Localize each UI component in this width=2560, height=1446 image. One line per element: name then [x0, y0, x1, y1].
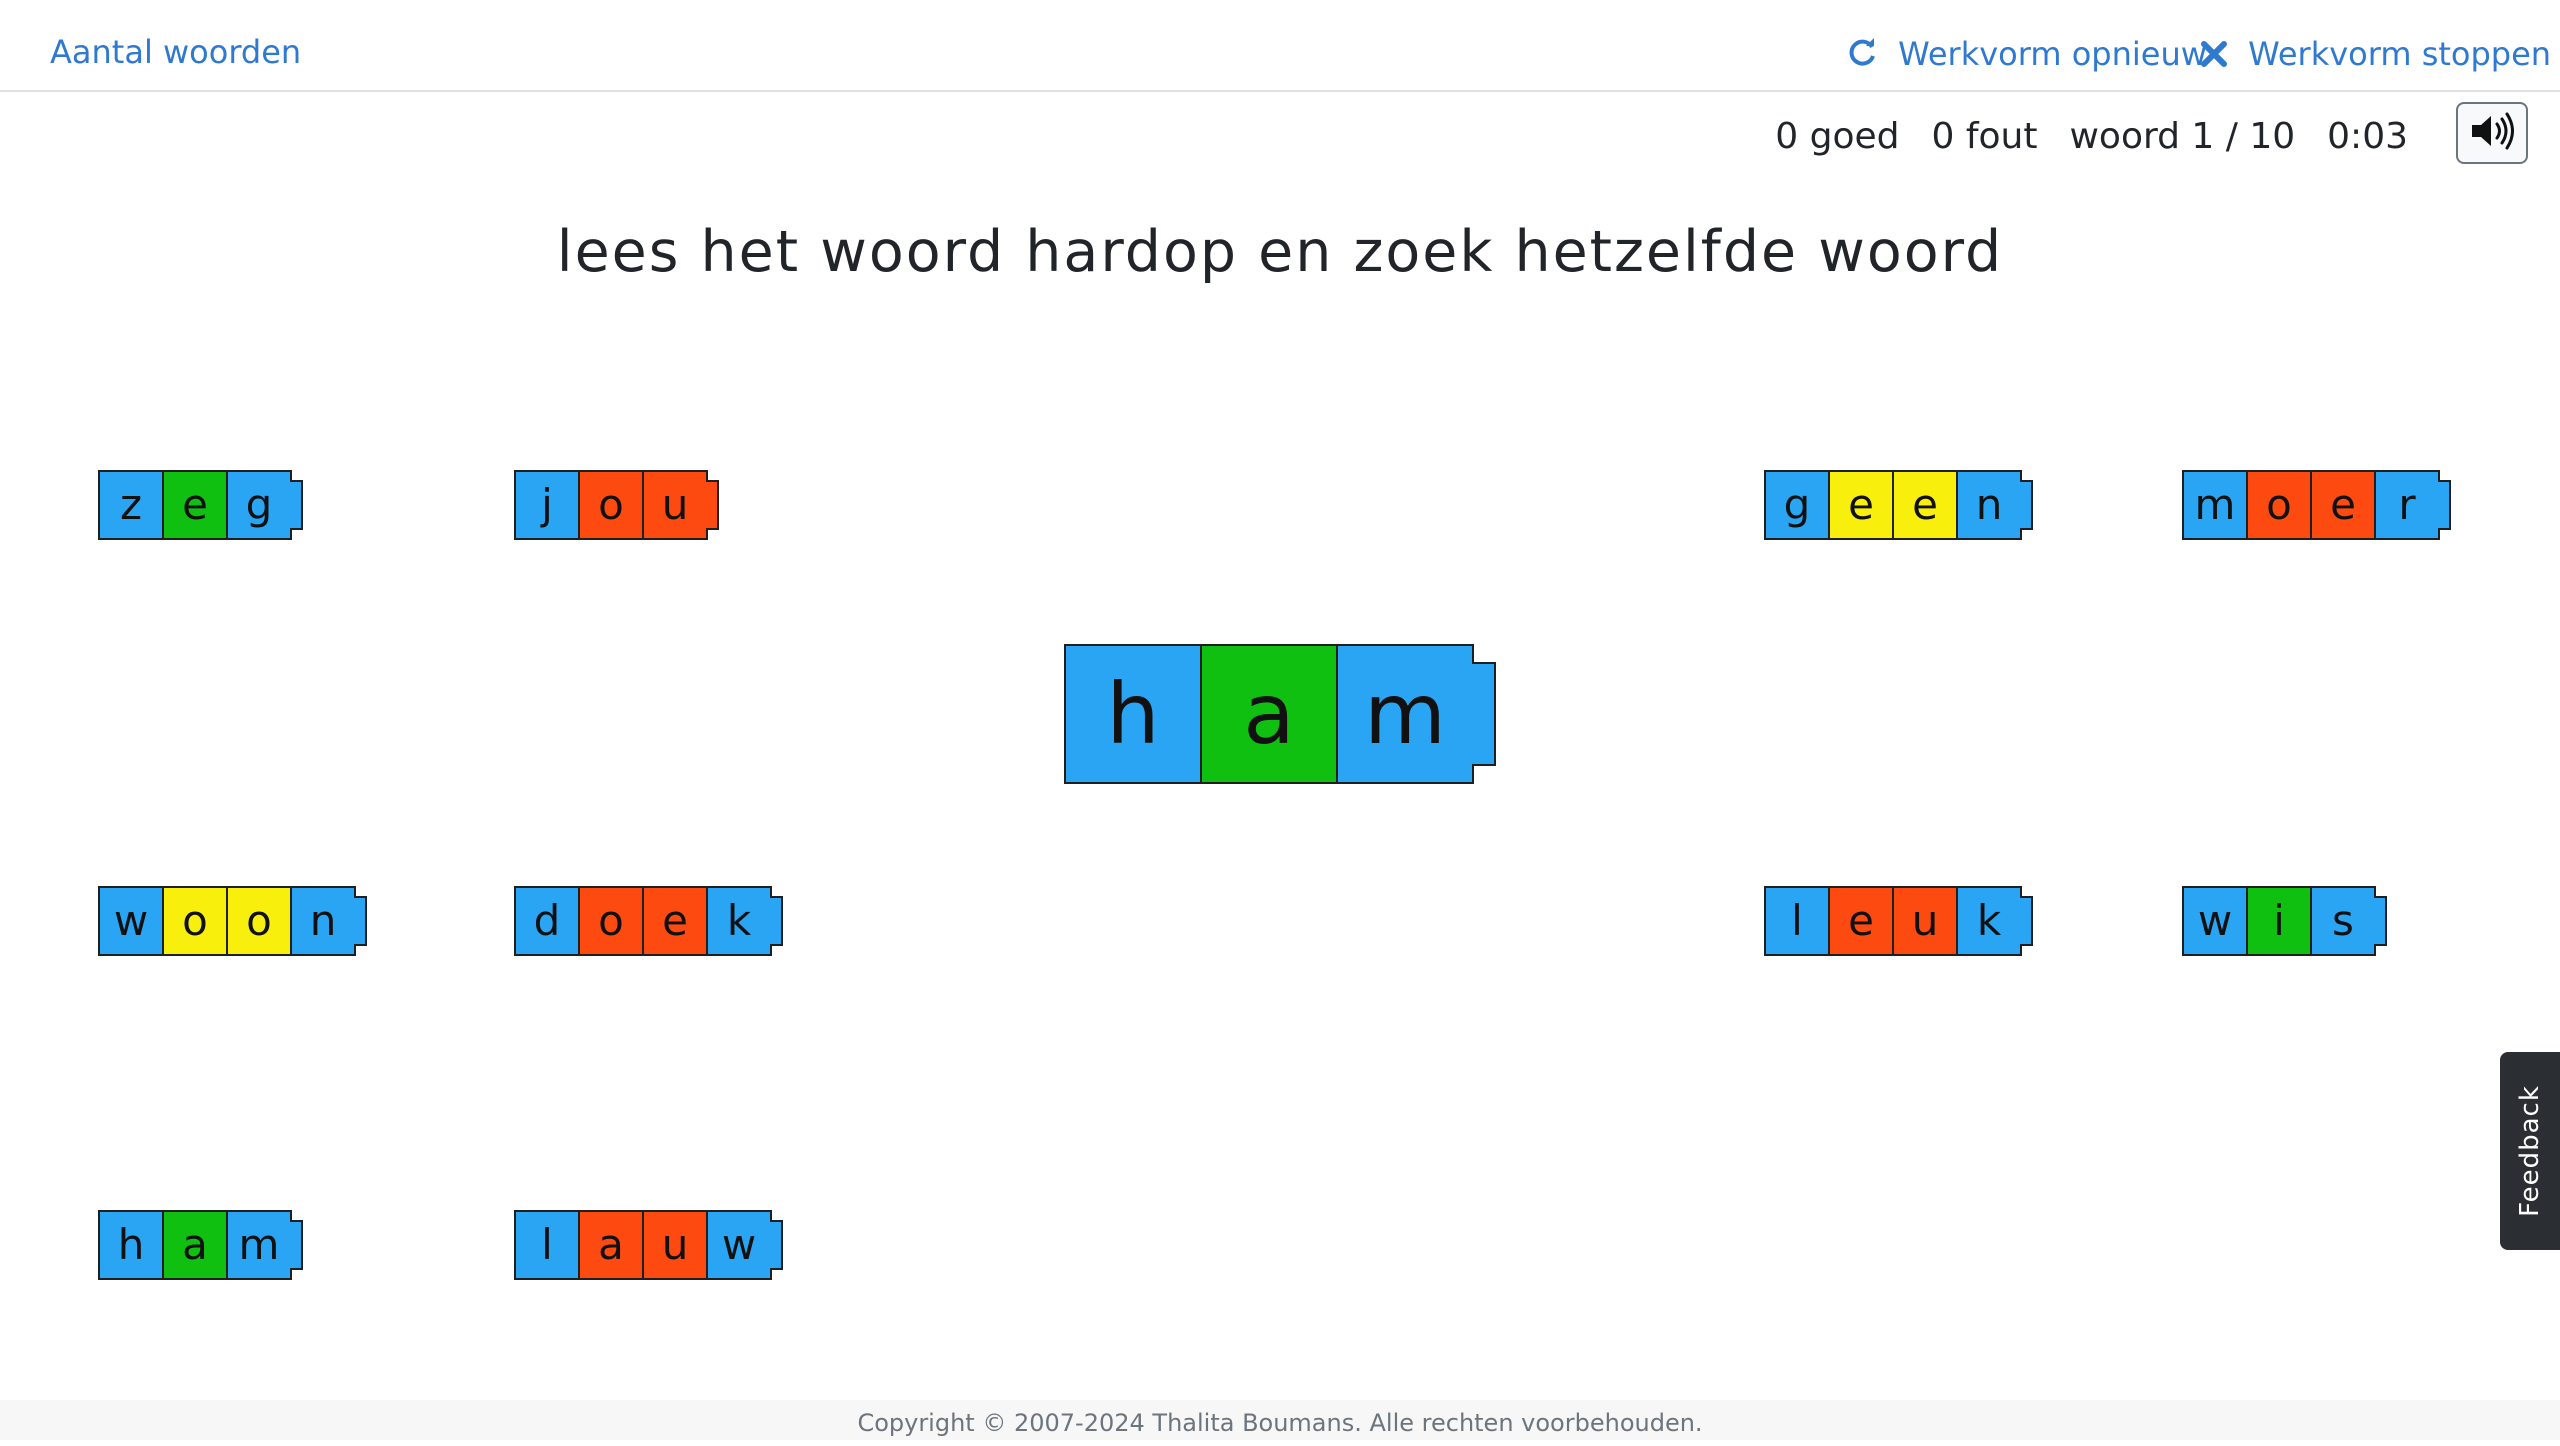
- letter-tile: d: [514, 886, 580, 956]
- restart-label: Werkvorm opnieuw: [1898, 35, 2207, 73]
- letter-tile: m: [226, 1210, 292, 1280]
- letter-tile: g: [1764, 470, 1830, 540]
- word-end-cap: [354, 896, 367, 946]
- letter-tile: h: [98, 1210, 164, 1280]
- wrong-count: 0 fout: [1931, 116, 2038, 157]
- choice-word[interactable]: woon: [98, 886, 367, 956]
- refresh-icon: [1846, 32, 1890, 76]
- choice-word[interactable]: ham: [98, 1210, 303, 1280]
- letter-tile: e: [1828, 470, 1894, 540]
- letter-tile: k: [1956, 886, 2022, 956]
- letter-tile: u: [642, 470, 708, 540]
- letter-tile: m: [2182, 470, 2248, 540]
- choice-word[interactable]: geen: [1764, 470, 2033, 540]
- letter-tile: w: [706, 1210, 772, 1280]
- letter-tile: n: [290, 886, 356, 956]
- letter-tile: n: [1956, 470, 2022, 540]
- letter-tile: s: [2310, 886, 2376, 956]
- letter-tile: m: [1336, 644, 1474, 784]
- word-end-cap: [1472, 662, 1496, 766]
- choice-word[interactable]: jou: [514, 470, 719, 540]
- correct-count: 0 goed: [1775, 116, 1900, 157]
- word-end-cap: [2020, 480, 2033, 530]
- letter-tile: l: [1764, 886, 1830, 956]
- letter-tile: o: [578, 886, 644, 956]
- choice-word[interactable]: doek: [514, 886, 783, 956]
- instruction-text: lees het woord hardop en zoek hetzelfde …: [556, 219, 2004, 285]
- word-end-cap: [290, 1220, 303, 1270]
- word-end-cap: [290, 480, 303, 530]
- stop-button[interactable]: Werkvorm stoppen: [2200, 30, 2551, 76]
- feedback-label: Feedback: [2515, 1085, 2546, 1217]
- choice-word[interactable]: wis: [2182, 886, 2387, 956]
- footer: Copyright © 2007-2024 Thalita Boumans. A…: [0, 1400, 2560, 1440]
- letter-tile: h: [1064, 644, 1202, 784]
- choice-word[interactable]: leuk: [1764, 886, 2033, 956]
- letter-tile: u: [1892, 886, 1958, 956]
- letter-tile: j: [514, 470, 580, 540]
- letter-tile: o: [578, 470, 644, 540]
- copyright-text: Copyright © 2007-2024 Thalita Boumans. A…: [857, 1409, 1703, 1437]
- letter-tile: a: [162, 1210, 228, 1280]
- letter-tile: a: [1200, 644, 1338, 784]
- letter-tile: l: [514, 1210, 580, 1280]
- letter-tile: e: [1892, 470, 1958, 540]
- letter-tile: r: [2374, 470, 2440, 540]
- choice-word[interactable]: moer: [2182, 470, 2451, 540]
- word-end-cap: [2020, 896, 2033, 946]
- sound-button[interactable]: [2456, 102, 2528, 164]
- letter-tile: u: [642, 1210, 708, 1280]
- letter-tile: k: [706, 886, 772, 956]
- letter-tile: e: [1828, 886, 1894, 956]
- letter-tile: e: [162, 470, 228, 540]
- letter-tile: i: [2246, 886, 2312, 956]
- target-word: ham: [1064, 644, 1496, 784]
- letter-tile: w: [98, 886, 164, 956]
- feedback-tab[interactable]: Feedback: [2500, 1052, 2560, 1250]
- word-end-cap: [706, 480, 719, 530]
- word-end-cap: [770, 896, 783, 946]
- timer: 0:03: [2327, 116, 2408, 157]
- speaker-icon: [2469, 111, 2515, 155]
- letter-tile: w: [2182, 886, 2248, 956]
- word-count-label: Aantal woorden: [50, 33, 302, 71]
- word-end-cap: [2438, 480, 2451, 530]
- score-bar: 0 goed 0 fout woord 1 / 10 0:03: [1743, 112, 2408, 162]
- word-count-link[interactable]: Aantal woorden: [50, 30, 301, 74]
- stop-label: Werkvorm stoppen: [2248, 35, 2552, 73]
- close-icon: [2200, 32, 2240, 76]
- choice-word[interactable]: lauw: [514, 1210, 783, 1280]
- letter-tile: o: [2246, 470, 2312, 540]
- top-navbar: Aantal woorden Werkvorm opnieuw Werkvorm…: [0, 0, 2560, 92]
- letter-tile: o: [226, 886, 292, 956]
- letter-tile: a: [578, 1210, 644, 1280]
- letter-tile: g: [226, 470, 292, 540]
- restart-button[interactable]: Werkvorm opnieuw: [1846, 30, 2207, 76]
- word-end-cap: [2374, 896, 2387, 946]
- letter-tile: e: [642, 886, 708, 956]
- choice-word[interactable]: zeg: [98, 470, 303, 540]
- word-progress: woord 1 / 10: [2069, 116, 2296, 157]
- letter-tile: z: [98, 470, 164, 540]
- word-end-cap: [770, 1220, 783, 1270]
- letter-tile: e: [2310, 470, 2376, 540]
- letter-tile: o: [162, 886, 228, 956]
